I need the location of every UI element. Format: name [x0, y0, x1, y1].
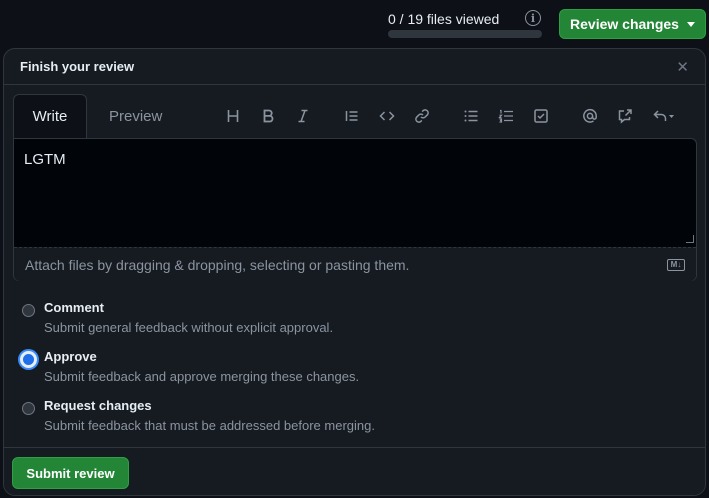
mention-icon[interactable] [578, 104, 602, 128]
option-description: Submit feedback that must be addressed b… [44, 418, 375, 433]
bold-icon[interactable] [256, 104, 280, 128]
submit-review-button[interactable]: Submit review [12, 457, 129, 489]
option-description: Submit general feedback without explicit… [44, 320, 334, 335]
option-title: Approve [44, 349, 97, 364]
reference-icon[interactable] [613, 104, 637, 128]
review-changes-button[interactable]: Review changes [559, 9, 706, 39]
option-description: Submit feedback and approve merging thes… [44, 369, 360, 384]
task-list-icon[interactable] [529, 104, 553, 128]
option-request-changes[interactable]: Request changes Submit feedback that mus… [20, 397, 690, 446]
ordered-list-icon[interactable] [494, 104, 518, 128]
option-comment[interactable]: Comment Submit general feedback without … [20, 299, 690, 348]
info-icon[interactable]: i [525, 10, 541, 26]
option-title: Comment [44, 300, 104, 315]
attach-files-text: Attach files by dragging & dropping, sel… [25, 256, 410, 273]
comment-editor: Write Preview LGTM Attach files by dragg… [13, 93, 697, 291]
option-title: Request changes [44, 398, 152, 413]
markdown-icon[interactable]: M↓ [667, 258, 685, 271]
finish-review-dialog: Finish your review ✕ Write Preview LGTM … [3, 48, 706, 496]
files-viewed-counter: 0 / 19 files viewed [388, 11, 500, 27]
review-type-options: Comment Submit general feedback without … [20, 299, 690, 446]
undo-icon[interactable] [648, 104, 680, 128]
tab-write[interactable]: Write [13, 94, 87, 138]
italic-icon[interactable] [291, 104, 315, 128]
tab-preview[interactable]: Preview [91, 94, 180, 138]
comment-radio[interactable] [22, 304, 35, 317]
code-icon[interactable] [375, 104, 399, 128]
comment-editor-box: Attach files by dragging & dropping, sel… [13, 138, 697, 281]
close-icon[interactable]: ✕ [676, 58, 689, 76]
review-changes-label: Review changes [570, 16, 679, 32]
markdown-toolbar [221, 93, 691, 138]
triangle-down-icon [686, 21, 695, 27]
heading-icon[interactable] [221, 104, 245, 128]
link-icon[interactable] [410, 104, 434, 128]
review-topbar: 0 / 19 files viewed i Review changes [0, 0, 709, 46]
unordered-list-icon[interactable] [459, 104, 483, 128]
request-changes-radio[interactable] [22, 402, 35, 415]
editor-tab-row: Write Preview [13, 93, 697, 138]
dialog-header: Finish your review ✕ [4, 49, 705, 85]
dialog-footer: Submit review [4, 447, 705, 495]
files-viewed-progress-bar [388, 30, 542, 38]
dialog-title: Finish your review [20, 59, 135, 74]
resize-grip-icon[interactable] [686, 235, 694, 243]
option-approve[interactable]: Approve Submit feedback and approve merg… [20, 348, 690, 397]
attach-files-bar[interactable]: Attach files by dragging & dropping, sel… [14, 247, 696, 281]
approve-radio[interactable] [20, 351, 37, 368]
pull-request-page: 0 / 19 files viewed i Review changes Fin… [0, 0, 709, 498]
review-comment-textarea[interactable] [14, 139, 696, 247]
quote-icon[interactable] [340, 104, 364, 128]
